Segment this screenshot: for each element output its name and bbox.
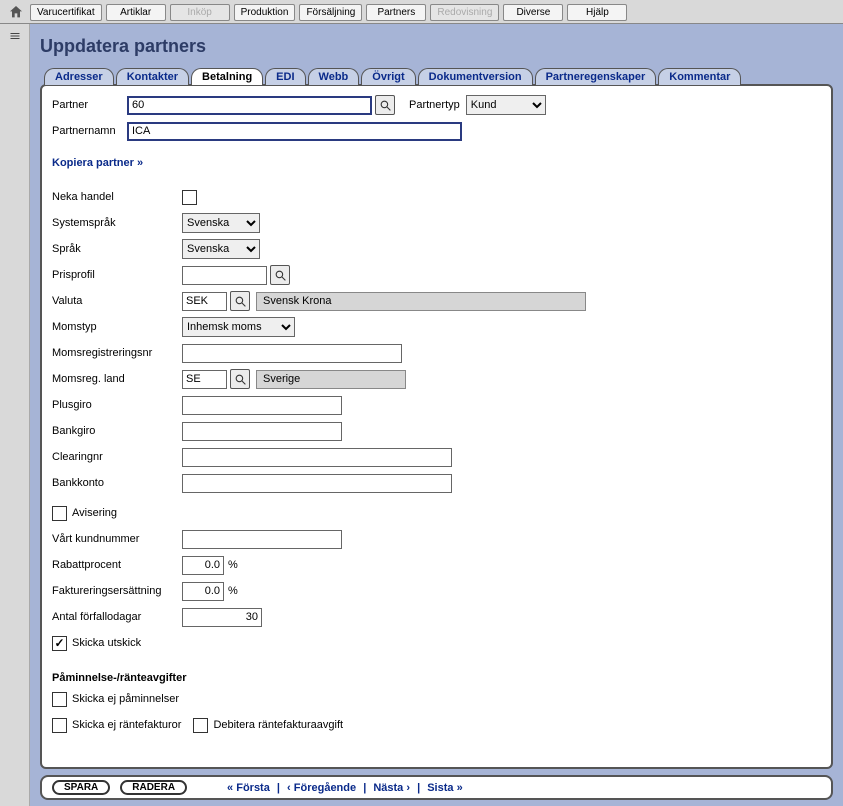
menu-icon[interactable] — [6, 30, 24, 44]
debit-fee-checkbox[interactable] — [193, 718, 208, 733]
tab-betalning[interactable]: Betalning — [191, 68, 263, 85]
content-area: Uppdatera partners Adresser Kontakter Be… — [30, 24, 843, 806]
skip-reminders-checkbox[interactable] — [52, 692, 67, 707]
momsland-lookup-icon[interactable] — [230, 369, 250, 389]
momsreg-label: Momsregistreringsnr — [52, 347, 182, 359]
rabatt-label: Rabattprocent — [52, 559, 182, 571]
main-wrap: Uppdatera partners Adresser Kontakter Be… — [0, 24, 843, 806]
tab-dokumentversion[interactable]: Dokumentversion — [418, 68, 533, 85]
neka-label: Neka handel — [52, 191, 182, 203]
pager-last[interactable]: Sista » — [427, 782, 462, 794]
tab-adresser[interactable]: Adresser — [44, 68, 114, 85]
kundnr-label: Vårt kundnummer — [52, 533, 182, 545]
momstyp-select[interactable]: Inhemsk moms — [182, 317, 295, 337]
fees-title: Påminnelse-/ränteavgifter — [52, 672, 821, 684]
sprak-label: Språk — [52, 243, 182, 255]
tab-webb[interactable]: Webb — [308, 68, 360, 85]
subtabs: Adresser Kontakter Betalning EDI Webb Öv… — [40, 68, 833, 85]
nav-inkop: Inköp — [170, 4, 230, 21]
partnertyp-label: Partnertyp — [409, 99, 460, 111]
forfallo-label: Antal förfallodagar — [52, 611, 182, 623]
syssprak-label: Systemspråk — [52, 217, 182, 229]
debit-fee-label: Debitera räntefakturaavgift — [213, 719, 343, 731]
partner-label: Partner — [52, 99, 127, 111]
nav-hjalp[interactable]: Hjälp — [567, 4, 627, 21]
nav-produktion[interactable]: Produktion — [234, 4, 296, 21]
tab-edi[interactable]: EDI — [265, 68, 305, 85]
tab-ovrigt[interactable]: Övrigt — [361, 68, 415, 85]
avisering-checkbox[interactable] — [52, 506, 67, 521]
nav-artiklar[interactable]: Artiklar — [106, 4, 166, 21]
delete-button[interactable]: RADERA — [120, 780, 187, 795]
valuta-lookup-icon[interactable] — [230, 291, 250, 311]
pager-prev[interactable]: ‹ Föregående — [287, 782, 356, 794]
momstyp-label: Momstyp — [52, 321, 182, 333]
valuta-label: Valuta — [52, 295, 182, 307]
nav-redovisning: Redovisning — [430, 4, 499, 21]
kundnr-input[interactable] — [182, 530, 342, 549]
page-title: Uppdatera partners — [40, 36, 833, 57]
momsland-label: Momsreg. land — [52, 373, 182, 385]
fakt-input[interactable] — [182, 582, 224, 601]
form-panel: Partner Partnertyp Kund Partnernamn Kopi… — [40, 84, 833, 769]
valuta-input[interactable] — [182, 292, 227, 311]
pager-first[interactable]: « Första — [227, 782, 270, 794]
nav-partners[interactable]: Partners — [366, 4, 426, 21]
rabatt-pct: % — [228, 559, 238, 571]
valuta-name: Svensk Krona — [256, 292, 586, 311]
partnernamn-label: Partnernamn — [52, 125, 127, 137]
avisering-label: Avisering — [72, 507, 117, 519]
prisprofil-input[interactable] — [182, 266, 267, 285]
partnertyp-select[interactable]: Kund — [466, 95, 546, 115]
home-icon[interactable] — [6, 3, 26, 21]
left-gutter — [0, 24, 30, 806]
utskick-checkbox[interactable] — [52, 636, 67, 651]
fakt-label: Faktureringsersättning — [52, 585, 182, 597]
bankgiro-label: Bankgiro — [52, 425, 182, 437]
skip-reminders-label: Skicka ej påminnelser — [72, 693, 179, 705]
save-button[interactable]: SPARA — [52, 780, 110, 795]
skip-interest-label: Skicka ej räntefakturor — [72, 719, 181, 731]
tab-kommentar[interactable]: Kommentar — [658, 68, 741, 85]
forfallo-input[interactable] — [182, 608, 262, 627]
plusgiro-input[interactable] — [182, 396, 342, 415]
partner-input[interactable] — [127, 96, 372, 115]
footer-bar: SPARA RADERA « Första | ‹ Föregående | N… — [40, 775, 833, 800]
tab-partneregenskaper[interactable]: Partneregenskaper — [535, 68, 657, 85]
fakt-pct: % — [228, 585, 238, 597]
app-window: Varucertifikat Artiklar Inköp Produktion… — [0, 0, 843, 806]
nav-forsaljning[interactable]: Försäljning — [299, 4, 362, 21]
prisprofil-label: Prisprofil — [52, 269, 182, 281]
tab-kontakter[interactable]: Kontakter — [116, 68, 189, 85]
sprak-select[interactable]: Svenska — [182, 239, 260, 259]
momsland-name: Sverige — [256, 370, 406, 389]
bankkonto-label: Bankkonto — [52, 477, 182, 489]
skip-interest-checkbox[interactable] — [52, 718, 67, 733]
syssprak-select[interactable]: Svenska — [182, 213, 260, 233]
top-toolbar: Varucertifikat Artiklar Inköp Produktion… — [0, 0, 843, 24]
pager: « Första | ‹ Föregående | Nästa › | Sist… — [227, 782, 463, 794]
partnernamn-input[interactable] — [127, 122, 462, 141]
neka-checkbox[interactable] — [182, 190, 197, 205]
rabatt-input[interactable] — [182, 556, 224, 575]
bankkonto-input[interactable] — [182, 474, 452, 493]
prisprofil-lookup-icon[interactable] — [270, 265, 290, 285]
nav-varucertifikat[interactable]: Varucertifikat — [30, 4, 102, 21]
copy-partner-link[interactable]: Kopiera partner » — [52, 157, 143, 169]
momsreg-input[interactable] — [182, 344, 402, 363]
momsland-input[interactable] — [182, 370, 227, 389]
clearing-input[interactable] — [182, 448, 452, 467]
partner-lookup-icon[interactable] — [375, 95, 395, 115]
bankgiro-input[interactable] — [182, 422, 342, 441]
nav-diverse[interactable]: Diverse — [503, 4, 563, 21]
clearing-label: Clearingnr — [52, 451, 182, 463]
plusgiro-label: Plusgiro — [52, 399, 182, 411]
utskick-label: Skicka utskick — [72, 637, 141, 649]
pager-next[interactable]: Nästa › — [373, 782, 410, 794]
